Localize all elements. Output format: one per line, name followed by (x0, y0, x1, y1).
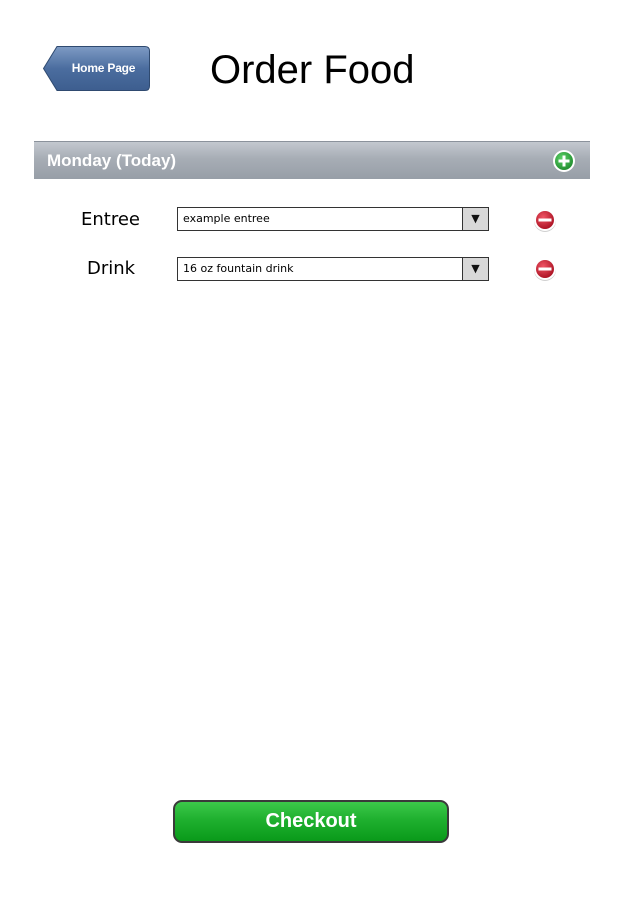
day-section-header: Monday (Today) (34, 141, 590, 179)
drink-select[interactable]: 16 oz fountain drink ▼ (177, 257, 489, 281)
home-page-button[interactable]: Home Page (43, 46, 150, 91)
entree-select[interactable]: example entree ▼ (177, 207, 489, 231)
triangle-down-icon[interactable]: ▼ (462, 258, 488, 280)
plus-circle-icon (553, 150, 575, 172)
home-page-button-label: Home Page (71, 61, 136, 75)
minus-circle-icon (534, 258, 556, 281)
remove-drink-button[interactable] (533, 257, 557, 281)
entree-label: Entree (81, 209, 140, 230)
drink-select-value: 16 oz fountain drink (183, 262, 294, 275)
remove-entree-button[interactable] (533, 208, 557, 232)
checkout-button[interactable]: Checkout (173, 800, 449, 843)
page-title: Order Food (210, 48, 415, 92)
minus-circle-icon (534, 209, 556, 232)
drink-label: Drink (87, 258, 136, 279)
triangle-down-icon[interactable]: ▼ (462, 208, 488, 230)
day-label: Monday (Today) (47, 151, 177, 170)
entree-select-value: example entree (183, 212, 270, 225)
add-item-button[interactable] (552, 149, 576, 173)
